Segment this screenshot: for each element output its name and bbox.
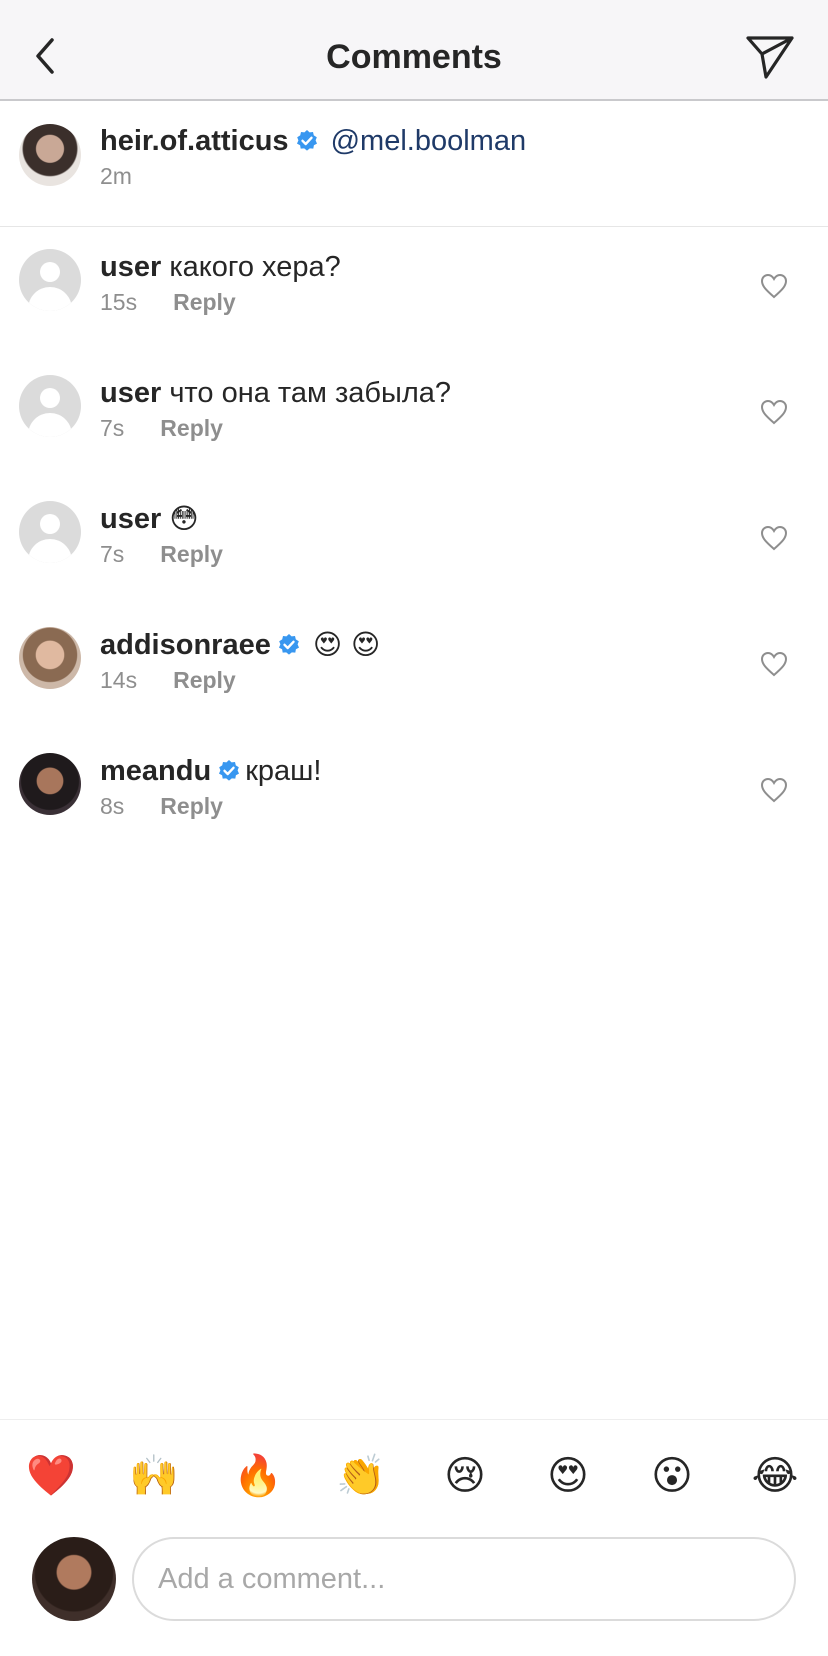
heart-icon[interactable] [760, 399, 788, 425]
caption-line: heir.of.atticus @mel.boolman [100, 123, 526, 159]
reaction-crying-face[interactable]: 😢 [439, 1450, 491, 1502]
comment-meta: 7s Reply [100, 541, 223, 568]
comment-username[interactable]: meandu [100, 755, 211, 787]
caption-username[interactable]: heir.of.atticus [100, 125, 289, 157]
comment-time: 8s [100, 793, 125, 819]
comment-username[interactable]: user [100, 503, 161, 535]
heart-icon[interactable] [760, 777, 788, 803]
comment-meta: 15s Reply [100, 289, 236, 316]
reaction-red-heart[interactable]: ❤️ [25, 1450, 77, 1502]
reply-button[interactable]: Reply [160, 793, 223, 819]
comment-time: 7s [100, 415, 125, 441]
avatar[interactable] [19, 501, 81, 563]
current-user-avatar [32, 1537, 116, 1621]
comment-username[interactable]: user [100, 377, 161, 409]
comment-row: user какого хера? 15s Reply [0, 227, 828, 353]
reaction-clapping-hands[interactable]: 👏 [335, 1450, 387, 1502]
reaction-raising-hands[interactable]: 🙌 [128, 1450, 180, 1502]
reply-button[interactable]: Reply [173, 667, 236, 693]
comment-meta: 14s Reply [100, 667, 236, 694]
comment-line: user что она там забыла? [100, 375, 451, 411]
quick-reactions-bar: ❤️ 🙌 🔥 👏 😢 😍 😮 😂 [0, 1419, 828, 1527]
comment-row: user что она там забыла? 7s Reply [0, 353, 828, 479]
comment-text: какого хера? [169, 251, 341, 283]
comment-username[interactable]: addisonraee [100, 629, 271, 661]
comment-text: 😍 😍 [312, 628, 381, 661]
verified-badge-icon [296, 130, 317, 151]
verified-badge-icon [278, 634, 299, 655]
reply-button[interactable]: Reply [160, 415, 223, 441]
comment-line: user 😳 [100, 501, 199, 537]
avatar[interactable] [19, 753, 81, 815]
avatar[interactable] [19, 124, 81, 186]
comment-time: 14s [100, 667, 138, 693]
paper-plane-icon[interactable] [744, 30, 796, 82]
comment-composer [0, 1527, 828, 1656]
comment-username[interactable]: user [100, 251, 161, 283]
comment-text: краш! [245, 755, 322, 787]
comment-time: 15s [100, 289, 138, 315]
caption-time: 2m [100, 163, 132, 189]
comment-input[interactable] [132, 1537, 796, 1621]
comment-line: user какого хера? [100, 249, 341, 285]
heart-icon[interactable] [760, 651, 788, 677]
heart-icon[interactable] [760, 273, 788, 299]
comment-time: 7s [100, 541, 125, 567]
comment-meta: 8s Reply [100, 793, 223, 820]
comment-text: что она там забыла? [169, 377, 452, 409]
comment-row: addisonraee 😍 😍 14s Reply [0, 605, 828, 731]
reaction-heart-eyes[interactable]: 😍 [542, 1450, 594, 1502]
mention-link[interactable]: @mel.boolman [331, 125, 526, 157]
avatar[interactable] [19, 249, 81, 311]
reply-button[interactable]: Reply [173, 289, 236, 315]
comment-line: meandu краш! [100, 753, 321, 789]
verified-badge-icon [219, 760, 240, 781]
comment-row: meandu краш! 8s Reply [0, 731, 828, 857]
comments-screen: Comments heir.of.atticus @mel.boolman 2m… [0, 0, 828, 1656]
reply-button[interactable]: Reply [160, 541, 223, 567]
comment-meta: 7s Reply [100, 415, 223, 442]
avatar[interactable] [19, 627, 81, 689]
header-bar: Comments [0, 0, 828, 101]
page-title: Comments [326, 38, 502, 76]
reaction-fire[interactable]: 🔥 [232, 1450, 284, 1502]
post-caption: heir.of.atticus @mel.boolman 2m [0, 101, 828, 227]
comment-line: addisonraee 😍 😍 [100, 627, 380, 663]
caption-timestamp: 2m [100, 163, 132, 190]
reaction-surprised-face[interactable]: 😮 [646, 1450, 698, 1502]
comment-row: user 😳 7s Reply [0, 479, 828, 605]
comment-text: 😳 [169, 502, 199, 535]
reaction-tears-of-joy[interactable]: 😂 [749, 1450, 801, 1502]
avatar[interactable] [19, 375, 81, 437]
heart-icon[interactable] [760, 525, 788, 551]
